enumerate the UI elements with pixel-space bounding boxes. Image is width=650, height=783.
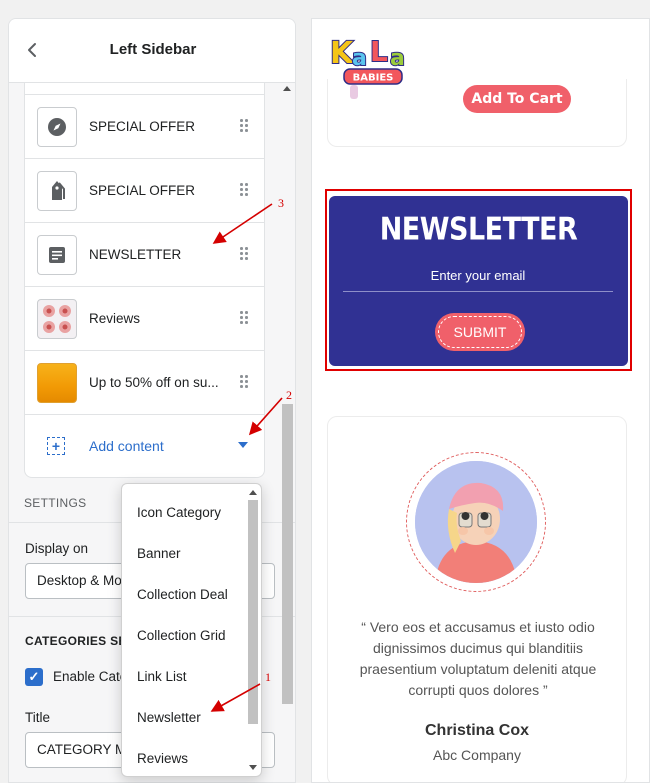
dropdown-item-collection-grid[interactable]: Collection Grid (137, 628, 226, 643)
drag-handle-icon[interactable] (240, 183, 248, 197)
block-item-special-offer-1[interactable]: SPECIAL OFFER (25, 95, 264, 159)
annotation-number-3: 3 (278, 196, 284, 210)
reviews-thumbnail (37, 299, 77, 339)
svg-text:BABIES: BABIES (353, 73, 394, 84)
enable-categories-checkbox[interactable]: ✓ (25, 668, 43, 686)
block-item-banner[interactable]: Up to 50% off on su... (25, 351, 264, 415)
dropdown-item-newsletter[interactable]: Newsletter (137, 710, 201, 725)
svg-text:L: L (370, 35, 388, 68)
store-preview: Add To Cart K a L a BABIES NEWSLETTER En… (311, 18, 650, 783)
banner-thumbnail (37, 363, 77, 403)
block-label: Up to 50% off on su... (89, 375, 219, 390)
dropdown-item-collection-deal[interactable]: Collection Deal (137, 587, 228, 602)
dropdown-item-link-list[interactable]: Link List (137, 669, 187, 684)
add-content-button[interactable]: + Add content (25, 415, 264, 477)
product-card: Add To Cart (327, 79, 627, 147)
avatar-ring (406, 452, 546, 592)
drag-handle-icon[interactable] (240, 247, 248, 261)
panel-header: Left Sidebar (9, 19, 295, 83)
block-item-special-offer-2[interactable]: SPECIAL OFFER (25, 159, 264, 223)
dropdown-scrollbar-thumb[interactable] (248, 500, 258, 724)
block-label: SPECIAL OFFER (89, 183, 196, 198)
block-label: NEWSLETTER (89, 247, 182, 262)
dropdown-scrollbar[interactable] (247, 484, 259, 776)
annotation-number-2: 2 (286, 388, 292, 402)
scroll-down-icon[interactable] (249, 765, 257, 770)
newsletter-section: NEWSLETTER Enter your email SUBMIT (329, 196, 628, 366)
svg-text:a: a (390, 46, 405, 71)
block-item-reviews[interactable]: Reviews (25, 287, 264, 351)
annotation-number-1: 1 (265, 670, 271, 684)
display-on-label: Display on (25, 541, 89, 556)
panel-title: Left Sidebar (109, 41, 197, 58)
newsletter-submit-button[interactable]: SUBMIT (435, 313, 525, 351)
avatar (415, 461, 537, 583)
block-list: SPECIAL OFFER SPECIAL OFFER NEWSLETTER R… (24, 83, 265, 478)
document-icon (37, 235, 77, 275)
newsletter-title: NEWSLETTER (379, 211, 578, 248)
title-label: Title (25, 710, 51, 725)
block-label: Reviews (89, 311, 141, 326)
testimonial-company: Abc Company (433, 747, 521, 763)
dropdown-item-reviews[interactable]: Reviews (137, 751, 188, 766)
dropdown-item-icon-category[interactable]: Icon Category (137, 505, 221, 520)
add-content-label: Add content (89, 438, 164, 454)
scrollbar-thumb[interactable] (282, 404, 293, 704)
newsletter-highlight-frame: NEWSLETTER Enter your email SUBMIT (325, 189, 632, 371)
dropdown-item-banner[interactable]: Banner (137, 546, 181, 561)
block-label: SPECIAL OFFER (89, 119, 196, 134)
drag-handle-icon[interactable] (240, 311, 248, 325)
newsletter-email-input[interactable]: Enter your email (343, 268, 613, 292)
scroll-up-icon[interactable] (283, 86, 291, 91)
caret-down-icon (238, 442, 248, 448)
add-to-cart-button[interactable]: Add To Cart (463, 85, 571, 113)
compass-icon (37, 107, 77, 147)
block-item-newsletter[interactable]: NEWSLETTER (25, 223, 264, 287)
svg-text:a: a (352, 46, 367, 71)
drag-handle-icon[interactable] (240, 119, 248, 133)
testimonial-quote: “ Vero eos et accusamus et iusto odio di… (359, 619, 597, 698)
testimonial-card: “ Vero eos et accusamus et iusto odio di… (327, 416, 627, 782)
kala-babies-logo: K a L a BABIES (329, 34, 406, 85)
settings-heading: SETTINGS (24, 496, 87, 510)
add-block-icon: + (47, 437, 65, 455)
tag-icon (37, 171, 77, 211)
scroll-up-icon[interactable] (249, 490, 257, 495)
drag-handle-icon[interactable] (240, 375, 248, 389)
add-content-dropdown: Icon Category Banner Collection Deal Col… (121, 483, 262, 777)
testimonial-name: Christina Cox (424, 722, 529, 739)
